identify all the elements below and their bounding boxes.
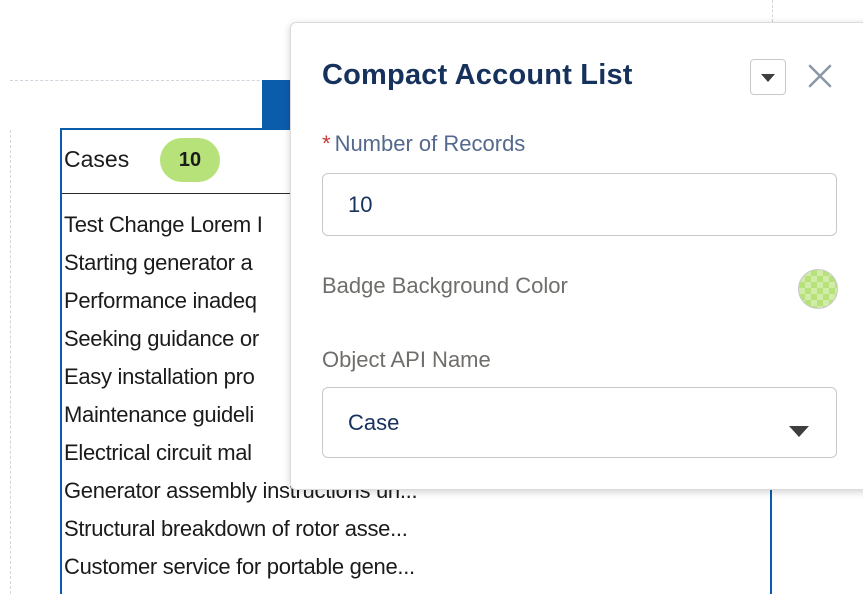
number-of-records-label: * Number of Records bbox=[322, 131, 525, 157]
number-of-records-input[interactable] bbox=[322, 173, 837, 236]
panel-title: Compact Account List bbox=[322, 59, 633, 91]
badge-background-color-label: Badge Background Color bbox=[322, 273, 568, 298]
badge-color-swatch[interactable] bbox=[798, 269, 838, 309]
required-marker: * bbox=[322, 131, 331, 156]
close-button[interactable] bbox=[803, 59, 837, 93]
object-api-name-label: Object API Name bbox=[322, 347, 491, 372]
builder-canvas: Cases 10 Test Change Lorem I Starting ge… bbox=[0, 0, 863, 594]
component-properties-panel: Compact Account List * Number of Records … bbox=[290, 22, 863, 490]
region-guide-left bbox=[10, 130, 11, 594]
cases-card-title: Cases bbox=[64, 146, 130, 172]
case-list-item[interactable]: Structural breakdown of rotor asse... bbox=[64, 510, 417, 548]
case-list-item[interactable]: Customer service for portable gene... bbox=[64, 548, 417, 586]
number-of-records-label-text: Number of Records bbox=[334, 131, 526, 156]
object-api-name-select[interactable]: Case bbox=[322, 387, 837, 458]
region-guide-right bbox=[772, 0, 773, 22]
object-api-name-value: Case bbox=[348, 410, 400, 435]
cases-count-badge: 10 bbox=[160, 138, 220, 182]
chevron-down-icon bbox=[761, 74, 775, 82]
close-icon bbox=[808, 64, 832, 88]
caret-down-icon bbox=[789, 426, 809, 437]
panel-menu-button[interactable] bbox=[750, 59, 786, 95]
